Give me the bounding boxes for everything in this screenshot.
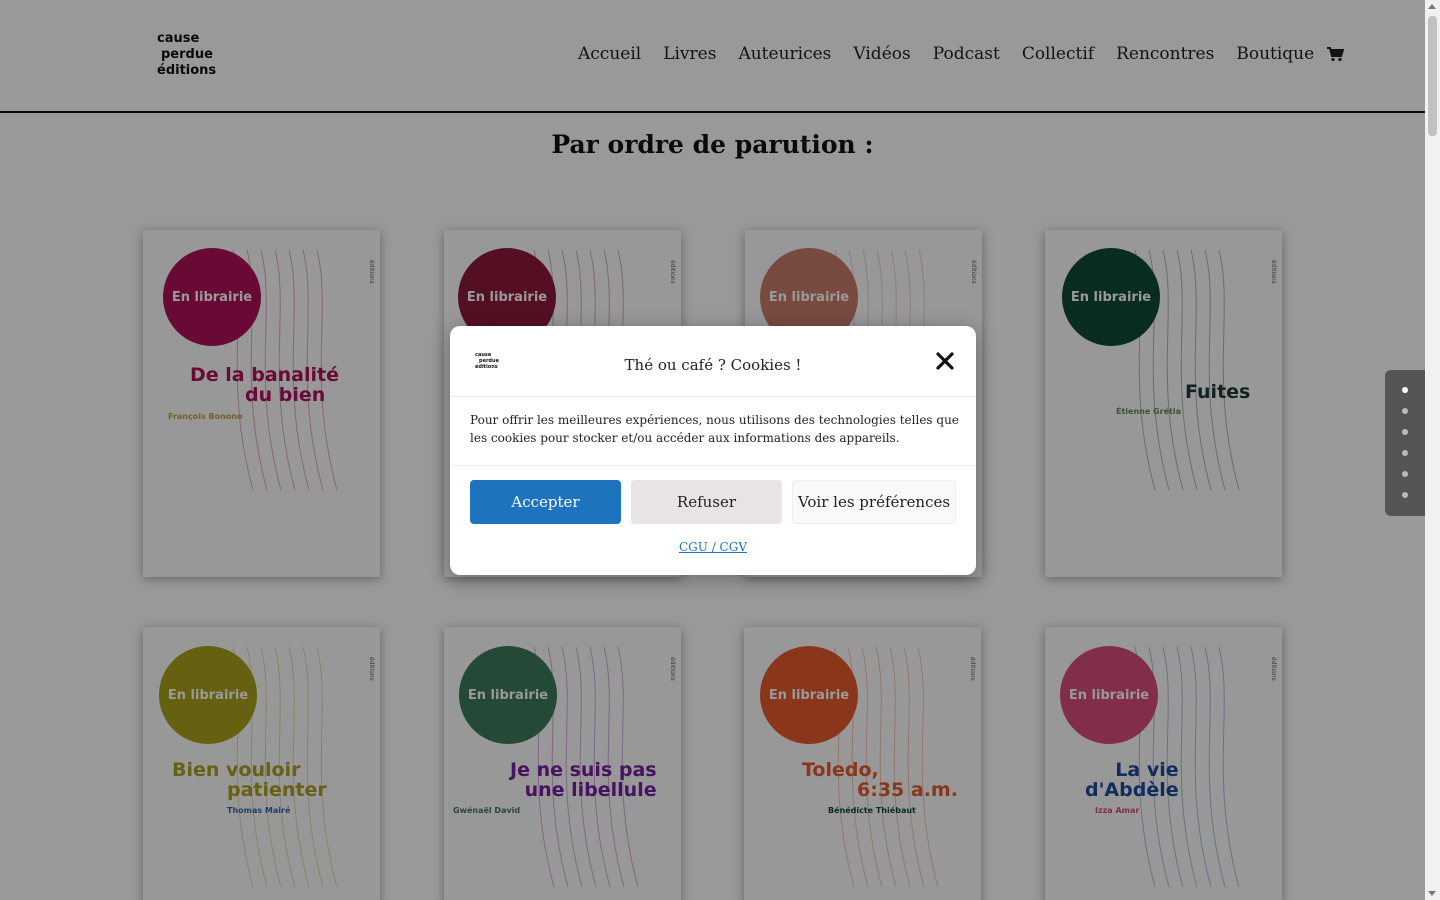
modal-divider [450,465,976,466]
page-scrollbar[interactable] [1425,0,1440,900]
scroll-thumb[interactable] [1428,16,1437,136]
section-dot-5[interactable] [1402,471,1408,477]
preferences-button[interactable]: Voir les préférences [792,480,956,524]
cookie-consent-modal: cause perdue éditions Thé ou café ? Cook… [450,326,976,575]
accept-button[interactable]: Accepter [470,480,621,524]
close-icon[interactable] [936,352,954,370]
cgu-cgv-link[interactable]: CGU / CGV [450,540,976,554]
refuse-button[interactable]: Refuser [631,480,782,524]
section-dot-3[interactable] [1402,429,1408,435]
modal-body-text: Pour offrir les meilleures expériences, … [470,413,959,445]
scroll-up-icon[interactable] [1428,4,1436,9]
section-dot-nav [1385,370,1425,516]
scroll-down-icon[interactable] [1428,891,1436,896]
section-dot-4[interactable] [1402,450,1408,456]
modal-header: cause perdue éditions Thé ou café ? Cook… [450,326,976,397]
modal-title: Thé ou café ? Cookies ! [624,356,802,374]
section-dot-1[interactable] [1402,387,1408,393]
section-dot-6[interactable] [1402,492,1408,498]
section-dot-2[interactable] [1402,408,1408,414]
